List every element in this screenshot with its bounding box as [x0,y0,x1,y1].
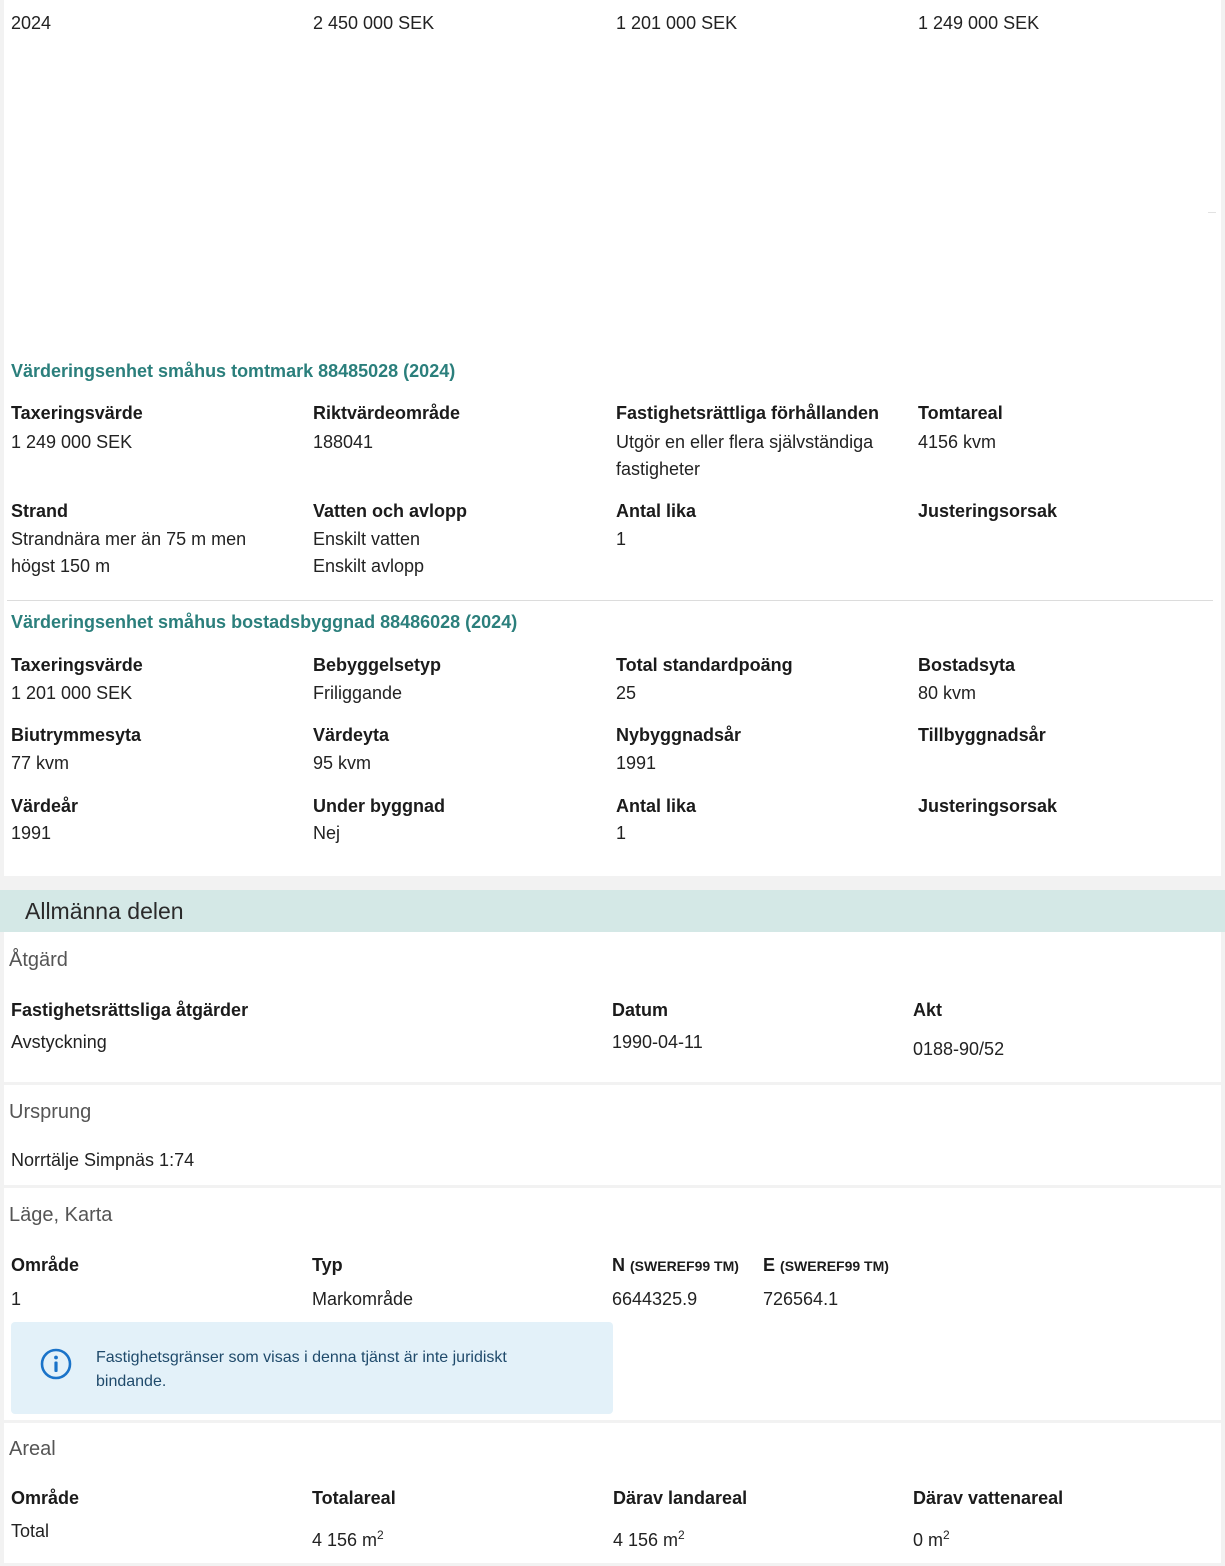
bost-justeringsorsak-label: Justeringsorsak [918,796,1058,816]
vattenareal-label: Därav vattenareal [913,1488,1064,1508]
bost-standardpoang-value: 25 [616,683,637,703]
bost-bebyggelsetyp-label: Bebyggelsetyp [313,655,442,675]
atgard-heading: Åtgärd [9,949,68,971]
bost-standardpoang-label: Total standardpoäng [616,655,793,675]
bost-biutrymmesyta-label: Biutrymmesyta [11,725,142,745]
vattenareal-number: 0 m [913,1530,944,1550]
bost-bebyggelsetyp-value: Friliggande [313,683,403,703]
bost-vardear-label: Värdeår [11,796,79,816]
bost-antal-lika-value: 1 [616,823,627,843]
lage-karta-heading: Läge, Karta [9,1204,113,1226]
bost-tillbyggnadsar-label: Tillbyggnadsår [918,725,1046,745]
coord-n-label: N (SWEREF99 TM) [612,1255,739,1276]
bost-antal-lika-label: Antal lika [616,796,697,816]
totalareal-number: 4 156 m [312,1530,378,1550]
akt-col-label: Akt [913,1000,943,1020]
lage-omrade-value: 1 [11,1289,22,1309]
tomt-fastighetsrattsliga-label: Fastighetsrättliga förhållanden [616,403,880,423]
tomt-strand-label: Strand [11,501,69,521]
tomt-antal-lika-label: Antal lika [616,501,697,521]
bost-vardear-value: 1991 [11,823,52,843]
tomt-strand-value-2: högst 150 m [11,556,111,576]
atgard-col-label: Fastighetsrättsliga åtgärder [11,1000,249,1020]
bost-under-byggnad-value: Nej [313,823,341,843]
totalareal-unit-exp: 2 [377,1528,384,1542]
coord-e-letter: E [763,1255,776,1275]
bost-nybyggnadsar-value: 1991 [616,753,657,773]
tomt-tomtareal-label: Tomtareal [918,403,1003,423]
tomt-justeringsorsak-label: Justeringsorsak [918,501,1058,521]
vattenareal-value: 0 m2 [913,1522,950,1554]
totalareal-value: 4 156 m2 [312,1522,384,1554]
land-value: 1 249 000 SEK [918,13,1040,33]
coord-n-letter: N [612,1255,625,1275]
bost-vardeyta-label: Värdeyta [313,725,390,745]
tomt-tomtareal-value: 4156 kvm [918,432,997,452]
ursprung-value: Norrtälje Simpnäs 1:74 [11,1150,195,1170]
section-divider [7,600,1213,601]
coord-n-sys: (SWEREF99 TM) [630,1258,739,1274]
totalareal-label: Totalareal [312,1488,396,1508]
tomt-fastighetsrattsliga-value-1: Utgör en eller flera självständiga [616,432,874,452]
year-value: 2024 [11,13,52,33]
bostadsbyggnad-title: Värderingsenhet småhus bostadsbyggnad 88… [11,612,518,632]
akt-value: 0188-90/52 [913,1039,1005,1059]
atgard-value: Avstyckning [11,1032,107,1052]
landareal-label: Därav landareal [613,1488,748,1508]
areal-omrade-value: Total [11,1521,50,1541]
tomt-riktvardeomrade-label: Riktvärdeområde [313,403,461,423]
coord-e-sys: (SWEREF99 TM) [780,1258,889,1274]
bost-vardeyta-value: 95 kvm [313,753,372,773]
tomt-antal-lika-value: 1 [616,529,627,549]
areal-heading: Areal [9,1438,56,1460]
tomt-avlopp-value: Enskilt avlopp [313,556,425,576]
info-notice: Fastighetsgränser som visas i denna tjän… [11,1322,613,1414]
coord-e-value: 726564.1 [763,1289,839,1309]
tomt-riktvardeomrade-value: 188041 [313,432,374,452]
vattenareal-unit-exp: 2 [943,1528,950,1542]
coord-e-label: E (SWEREF99 TM) [763,1255,889,1276]
landareal-number: 4 156 m [613,1530,679,1550]
lage-omrade-label: Område [11,1255,80,1275]
bost-taxeringsvarde-value: 1 201 000 SEK [11,683,133,703]
areal-omrade-label: Område [11,1488,80,1508]
tomt-taxeringsvarde-value: 1 249 000 SEK [11,432,133,452]
ursprung-heading: Ursprung [9,1101,92,1123]
info-text: Fastighetsgränser som visas i denna tjän… [96,1349,507,1390]
landareal-unit-exp: 2 [678,1528,685,1542]
bost-under-byggnad-label: Under byggnad [313,796,446,816]
datum-col-label: Datum [612,1000,669,1020]
allmanna-delen-header[interactable]: Allmänna delen [0,890,1225,932]
bost-nybyggnadsar-label: Nybyggnadsår [616,725,742,745]
bost-taxeringsvarde-label: Taxeringsvärde [11,655,143,675]
tomt-strand-value-1: Strandnära mer än 75 m men [11,529,247,549]
tomt-vatten-value: Enskilt vatten [313,529,421,549]
lage-typ-label: Typ [312,1255,343,1275]
bost-bostadsyta-label: Bostadsyta [918,655,1016,675]
bost-biutrymmesyta-value: 77 kvm [11,753,70,773]
building-value: 1 201 000 SEK [616,13,738,33]
lage-typ-value: Markområde [312,1289,414,1309]
total-value: 2 450 000 SEK [313,13,435,33]
tomtmark-title: Värderingsenhet småhus tomtmark 88485028… [11,361,456,381]
datum-value: 1990-04-11 [612,1032,703,1052]
tomt-taxeringsvarde-label: Taxeringsvärde [11,403,143,423]
tomt-fastighetsrattsliga-value-2: fastigheter [616,459,701,479]
coord-n-value: 6644325.9 [612,1289,698,1309]
scroll-marker [1208,212,1216,213]
info-icon [40,1348,72,1380]
allmanna-delen-title: Allmänna delen [25,898,184,924]
tomt-vatten-avlopp-label: Vatten och avlopp [313,501,468,521]
landareal-value: 4 156 m2 [613,1522,685,1554]
bost-bostadsyta-value: 80 kvm [918,683,977,703]
